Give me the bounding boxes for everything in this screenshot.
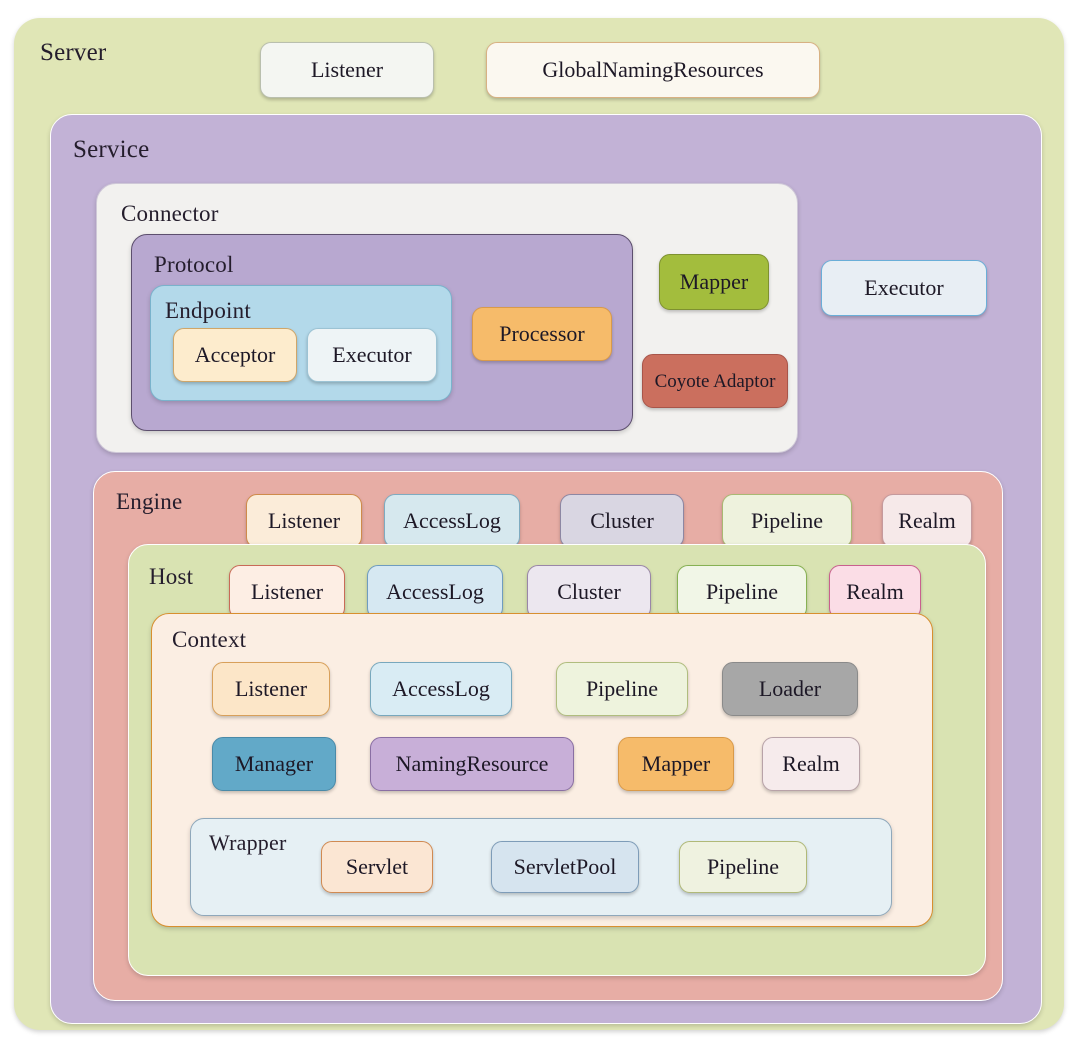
wrapper-pipeline-label: Pipeline [706, 854, 780, 879]
host-realm-node[interactable]: Realm [829, 565, 921, 619]
endpoint-acceptor-label: Acceptor [194, 342, 276, 367]
wrapper-servlet-node[interactable]: Servlet [321, 841, 433, 893]
processor-label: Processor [499, 321, 585, 346]
context-manager-label: Manager [234, 751, 314, 776]
global-naming-resources-node[interactable]: GlobalNamingResources [486, 42, 820, 98]
server-container: Server Listener GlobalNamingResources Se… [14, 18, 1064, 1030]
service-executor-node[interactable]: Executor [821, 260, 987, 316]
server-listener-node[interactable]: Listener [260, 42, 434, 98]
host-realm-label: Realm [846, 579, 904, 604]
wrapper-container: Wrapper Servlet ServletPool Pipeline [190, 818, 892, 916]
service-title: Service [73, 136, 150, 163]
connector-mapper-label: Mapper [679, 269, 749, 294]
service-executor-label: Executor [864, 275, 944, 300]
endpoint-title: Endpoint [165, 298, 251, 323]
context-mapper-node[interactable]: Mapper [618, 737, 734, 791]
engine-accesslog-node[interactable]: AccessLog [384, 494, 520, 548]
context-manager-node[interactable]: Manager [212, 737, 336, 791]
context-title: Context [172, 627, 247, 652]
server-listener-label: Listener [310, 57, 384, 82]
engine-cluster-node[interactable]: Cluster [560, 494, 684, 548]
global-naming-resources-label: GlobalNamingResources [542, 57, 764, 82]
context-realm-label: Realm [782, 751, 840, 776]
engine-realm-label: Realm [898, 508, 956, 533]
engine-accesslog-label: AccessLog [403, 508, 501, 533]
wrapper-pipeline-node[interactable]: Pipeline [679, 841, 807, 893]
context-container: Context Listener AccessLog Pipeline Load… [151, 613, 933, 927]
connector-mapper-node[interactable]: Mapper [659, 254, 769, 310]
context-pipeline-node[interactable]: Pipeline [556, 662, 688, 716]
engine-cluster-label: Cluster [590, 508, 654, 533]
context-loader-label: Loader [758, 676, 822, 701]
server-title: Server [40, 39, 107, 66]
wrapper-title: Wrapper [209, 830, 287, 855]
wrapper-servletpool-label: ServletPool [513, 854, 617, 879]
context-accesslog-node[interactable]: AccessLog [370, 662, 512, 716]
service-container: Service Executor Connector Protocol Endp… [50, 114, 1042, 1024]
connector-title: Connector [121, 201, 219, 226]
context-mapper-label: Mapper [641, 751, 711, 776]
context-pipeline-label: Pipeline [585, 676, 659, 701]
host-listener-label: Listener [250, 579, 324, 604]
endpoint-container: Endpoint Acceptor Executor [150, 285, 452, 401]
engine-title: Engine [116, 489, 183, 514]
context-accesslog-label: AccessLog [392, 676, 490, 701]
connector-container: Connector Protocol Endpoint Acceptor Exe… [96, 183, 798, 453]
endpoint-executor-node[interactable]: Executor [307, 328, 437, 382]
wrapper-servlet-label: Servlet [345, 854, 409, 879]
coyote-adaptor-label: Coyote Adaptor [654, 370, 776, 392]
host-title: Host [149, 564, 194, 589]
coyote-adaptor-node[interactable]: Coyote Adaptor [642, 354, 788, 408]
host-accesslog-node[interactable]: AccessLog [367, 565, 503, 619]
protocol-title: Protocol [154, 252, 234, 277]
host-listener-node[interactable]: Listener [229, 565, 345, 619]
host-pipeline-node[interactable]: Pipeline [677, 565, 807, 619]
engine-pipeline-label: Pipeline [750, 508, 824, 533]
engine-listener-node[interactable]: Listener [246, 494, 362, 548]
context-namingresource-node[interactable]: NamingResource [370, 737, 574, 791]
engine-container: Engine Listener AccessLog Cluster Pipeli… [93, 471, 1003, 1001]
engine-listener-label: Listener [267, 508, 341, 533]
host-cluster-node[interactable]: Cluster [527, 565, 651, 619]
engine-realm-node[interactable]: Realm [882, 494, 972, 548]
processor-node[interactable]: Processor [472, 307, 612, 361]
architecture-diagram: Server Listener GlobalNamingResources Se… [0, 0, 1080, 1044]
protocol-container: Protocol Endpoint Acceptor Executor Proc… [131, 234, 633, 431]
endpoint-executor-label: Executor [332, 342, 412, 367]
endpoint-acceptor-node[interactable]: Acceptor [173, 328, 297, 382]
context-realm-node[interactable]: Realm [762, 737, 860, 791]
context-loader-node[interactable]: Loader [722, 662, 858, 716]
context-namingresource-label: NamingResource [395, 751, 549, 776]
context-listener-label: Listener [234, 676, 308, 701]
wrapper-servletpool-node[interactable]: ServletPool [491, 841, 639, 893]
host-container: Host Listener AccessLog Cluster Pipeline [128, 544, 986, 976]
host-pipeline-label: Pipeline [705, 579, 779, 604]
context-listener-node[interactable]: Listener [212, 662, 330, 716]
host-accesslog-label: AccessLog [386, 579, 484, 604]
engine-pipeline-node[interactable]: Pipeline [722, 494, 852, 548]
host-cluster-label: Cluster [557, 579, 621, 604]
